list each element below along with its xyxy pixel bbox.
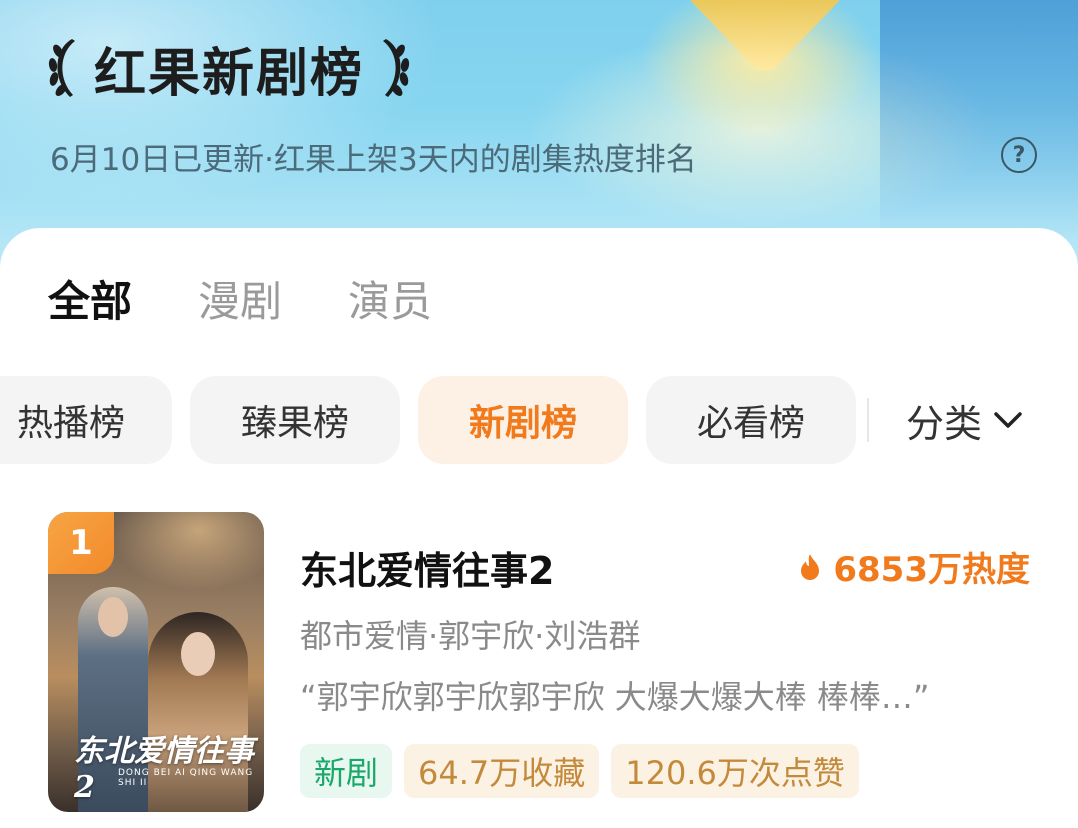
favorites-badge: 64.7万收藏 [404,744,600,798]
chart-filter-chips: 热播榜 臻果榜 新剧榜 必看榜 分类 [0,376,1078,464]
page-title-row: 红果新剧榜 [44,30,414,106]
show-comment: “郭宇欣郭宇欣郭宇欣 大爆大爆大棒 棒棒…” [300,678,930,716]
hero-decoration [880,0,1078,240]
heat-value: 6853万热度 [833,550,1030,590]
rank-badge: 1 [48,512,114,574]
poster-title: 东北爱情往事2 [74,734,254,805]
show-title[interactable]: 东北爱情往事2 [300,540,554,595]
divider [867,398,869,442]
laurel-left-icon [48,39,75,97]
chevron-down-icon [994,412,1022,428]
status-badge: 新剧 [300,744,393,798]
help-icon[interactable]: ? [1001,137,1037,173]
tab-bar: 全部 漫剧 演员 [48,270,498,334]
poster-subtitle: DONG BEI AI QING WANG SHI II [118,768,254,788]
chip-hot[interactable]: 热播榜 [0,376,172,464]
category-label: 分类 [906,401,983,446]
tab-all[interactable]: 全部 [48,270,132,334]
page-subtitle: 6月10日已更新·红果上架3天内的剧集热度排名 [50,142,697,178]
show-genres: 都市爱情·郭宇欣·刘浩群 [300,617,641,655]
chip-must-watch[interactable]: 必看榜 [646,376,856,464]
heat-score: 6853万热度 [799,542,1030,591]
hero-decoration [690,0,840,70]
poster-figure [181,632,215,676]
chip-premium[interactable]: 臻果榜 [190,376,400,464]
poster-figure [98,597,128,637]
tab-comic[interactable]: 漫剧 [198,270,282,334]
flame-icon [801,553,820,580]
laurel-right-icon [383,39,410,97]
chip-new[interactable]: 新剧榜 [418,376,628,464]
show-tags: 新剧 64.7万收藏 120.6万次点赞 [300,744,871,798]
likes-badge: 120.6万次点赞 [611,744,859,798]
category-dropdown[interactable]: 分类 [906,394,1024,446]
page-title: 红果新剧榜 [94,43,365,104]
tab-actors[interactable]: 演员 [348,270,432,334]
